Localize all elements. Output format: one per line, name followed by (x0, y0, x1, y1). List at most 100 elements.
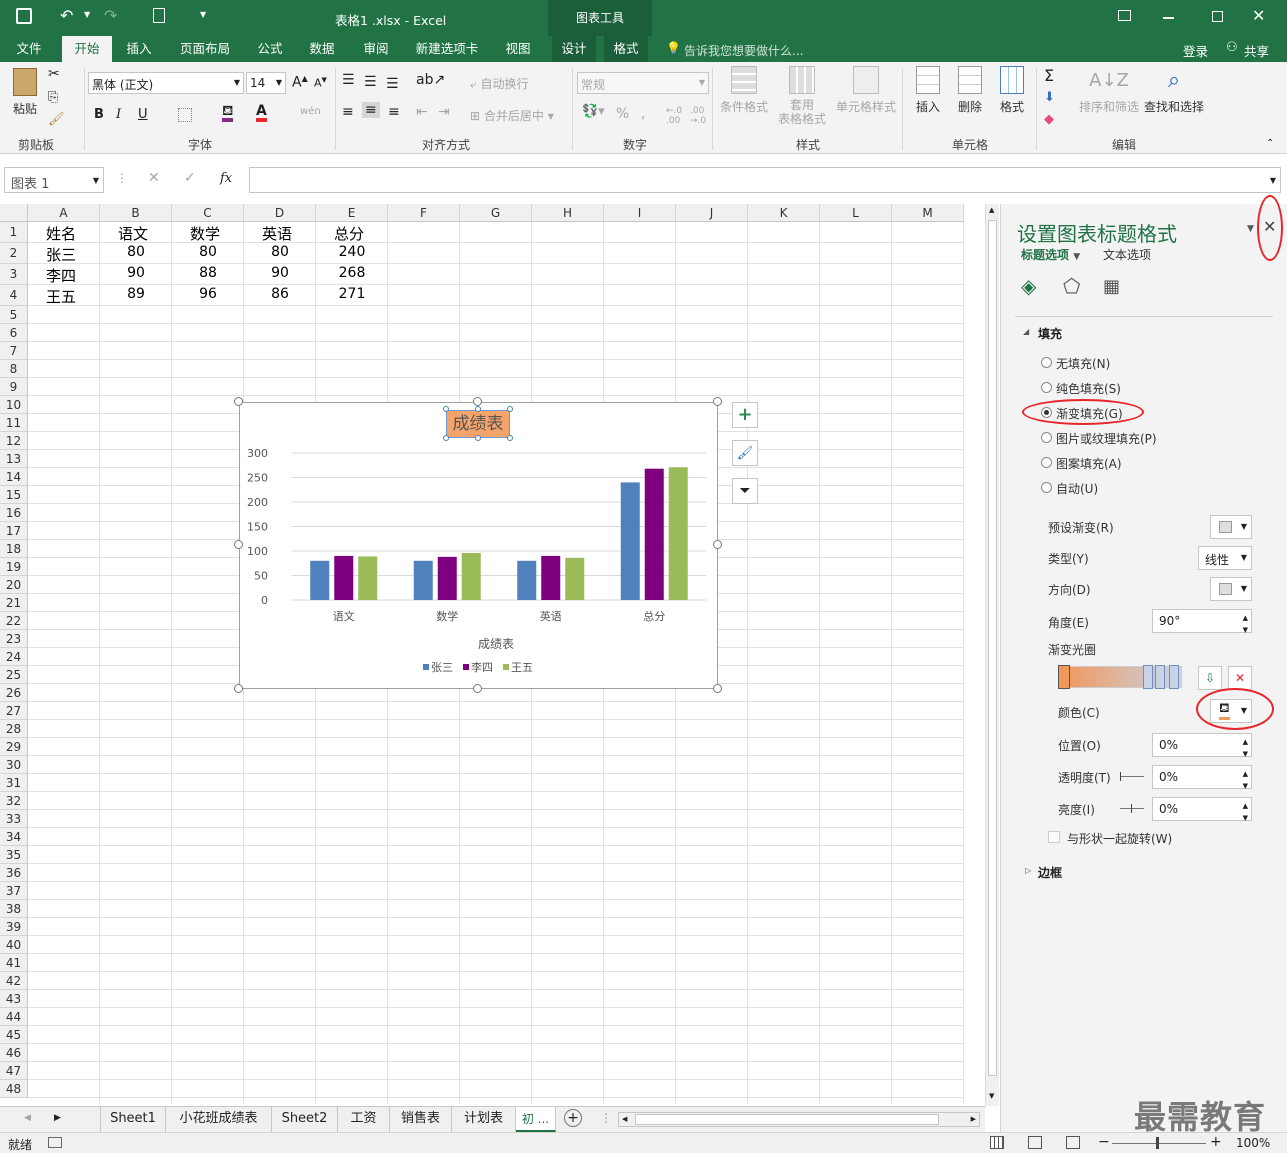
new-file-icon[interactable] (153, 8, 165, 23)
tab-design[interactable]: 设计 (552, 36, 596, 62)
next-sheet-icon[interactable]: ▶ (54, 1113, 61, 1123)
brightness-slider[interactable] (1120, 804, 1144, 813)
cancel-icon[interactable]: ✕ (148, 170, 160, 186)
zoom-level[interactable]: 100% (1236, 1136, 1270, 1150)
column-header-A[interactable]: A (28, 204, 100, 222)
tab-insert[interactable]: 插入 (116, 36, 162, 62)
tab-data[interactable]: 数据 (300, 36, 344, 62)
row-header-28[interactable]: 28 (0, 720, 28, 738)
fill-radio-0[interactable] (1041, 357, 1052, 368)
zoom-slider-thumb[interactable] (1156, 1137, 1159, 1149)
sheet-tab-plan[interactable]: 计划表 (452, 1107, 516, 1132)
login-link[interactable]: 登录 (1183, 41, 1208, 60)
add-sheet-icon[interactable]: + (564, 1109, 582, 1127)
chart-axis-title-x[interactable]: 成绩表 (478, 635, 514, 652)
paste-button[interactable]: 粘贴 (8, 66, 42, 128)
gradient-stops-bar[interactable] (1058, 665, 1182, 689)
sheet-tab-active[interactable]: 初 ... (516, 1107, 556, 1132)
gradient-stop-1[interactable] (1058, 665, 1070, 689)
clear-icon[interactable]: ◆ (1044, 112, 1054, 127)
row-header-6[interactable]: 6 (0, 324, 28, 342)
sheet-tab-sheet1[interactable]: Sheet1 (100, 1107, 166, 1132)
increase-font-icon[interactable]: A▲ (292, 74, 308, 91)
row-header-47[interactable]: 47 (0, 1062, 28, 1080)
sheet-tab-salary[interactable]: 工资 (338, 1107, 390, 1132)
chart-resize-handle[interactable] (473, 684, 482, 693)
size-properties-icon[interactable]: ▦ (1103, 276, 1120, 297)
title-resize-handle[interactable] (507, 406, 513, 412)
row-header-14[interactable]: 14 (0, 468, 28, 486)
chart-styles-button[interactable]: 🖌 (732, 440, 758, 466)
row-header-1[interactable]: 1 (0, 222, 28, 243)
column-header-G[interactable]: G (460, 204, 532, 222)
tab-title-options[interactable]: 标题选项 ▼ (1021, 246, 1080, 263)
cell-C1[interactable]: 数学 (190, 223, 220, 244)
row-header-31[interactable]: 31 (0, 774, 28, 792)
chart-resize-handle[interactable] (234, 684, 243, 693)
cut-icon[interactable]: ✂ (48, 66, 60, 82)
redo-icon[interactable]: ↷ (104, 6, 117, 25)
vertical-scrollbar[interactable]: ▲ ▼ (985, 204, 999, 1106)
chart-resize-handle[interactable] (713, 540, 722, 549)
row-header-34[interactable]: 34 (0, 828, 28, 846)
spin-down-icon[interactable]: ▼ (1243, 807, 1248, 829)
row-header-7[interactable]: 7 (0, 342, 28, 360)
title-resize-handle[interactable] (443, 406, 449, 412)
cell-A2[interactable]: 张三 (46, 244, 76, 265)
row-header-35[interactable]: 35 (0, 846, 28, 864)
tell-me-search[interactable]: 告诉我您想要做什么... (684, 42, 803, 59)
chart-resize-handle[interactable] (713, 684, 722, 693)
orientation-icon[interactable]: ab↗ (416, 72, 445, 88)
save-icon[interactable] (16, 8, 32, 24)
comma-icon[interactable]: , (641, 106, 645, 122)
fill-color-icon[interactable]: ⛾ (222, 104, 234, 122)
page-break-view-icon[interactable] (1066, 1136, 1080, 1149)
format-as-table-button[interactable]: 套用 表格格式 (770, 66, 834, 126)
underline-icon[interactable]: U (138, 107, 148, 122)
align-left-icon[interactable]: ≡ (342, 104, 354, 120)
scroll-thumb[interactable] (988, 220, 997, 1076)
row-header-29[interactable]: 29 (0, 738, 28, 756)
fill-radio-4[interactable] (1041, 457, 1052, 468)
cell-C3[interactable]: 88 (172, 265, 244, 281)
wrap-text-button[interactable]: ⤶ 自动换行 (470, 75, 529, 92)
fill-icon[interactable]: ⬇ (1044, 90, 1055, 105)
rotate-with-shape-checkbox[interactable] (1048, 831, 1060, 843)
row-header-24[interactable]: 24 (0, 648, 28, 666)
row-header-40[interactable]: 40 (0, 936, 28, 954)
spin-down-icon[interactable]: ▼ (1243, 619, 1248, 641)
collapse-ribbon-icon[interactable]: ⌃ (1266, 138, 1274, 149)
undo-dropdown-icon[interactable]: ▼ (84, 10, 90, 19)
row-header-5[interactable]: 5 (0, 306, 28, 324)
column-header-D[interactable]: D (244, 204, 316, 222)
row-header-25[interactable]: 25 (0, 666, 28, 684)
scroll-up-icon[interactable]: ▲ (989, 206, 994, 214)
row-header-11[interactable]: 11 (0, 414, 28, 432)
title-resize-handle[interactable] (507, 435, 513, 441)
currency-icon[interactable]: 💱▾ (582, 104, 605, 119)
fill-option-label-1[interactable]: 纯色填充(S) (1056, 380, 1121, 397)
column-header-F[interactable]: F (388, 204, 460, 222)
title-resize-handle[interactable] (443, 435, 449, 441)
chart-resize-handle[interactable] (473, 397, 482, 406)
row-header-15[interactable]: 15 (0, 486, 28, 504)
page-layout-view-icon[interactable] (1028, 1136, 1042, 1149)
insert-cells-button[interactable]: 插入 (908, 66, 948, 115)
percent-icon[interactable]: % (616, 106, 629, 122)
cell-C2[interactable]: 80 (172, 244, 244, 260)
fill-option-label-0[interactable]: 无填充(N) (1056, 355, 1110, 372)
cell-E1[interactable]: 总分 (334, 223, 364, 244)
borders-icon[interactable] (178, 108, 192, 122)
sheet-tab-class-scores[interactable]: 小花班成绩表 (166, 1107, 272, 1132)
row-header-45[interactable]: 45 (0, 1026, 28, 1044)
row-header-19[interactable]: 19 (0, 558, 28, 576)
gradient-stop-3[interactable] (1155, 665, 1165, 689)
cell-B3[interactable]: 90 (100, 265, 172, 281)
chart-resize-handle[interactable] (234, 397, 243, 406)
delete-cells-button[interactable]: 删除 (950, 66, 990, 115)
tab-page-layout[interactable]: 页面布局 (172, 36, 238, 62)
row-header-3[interactable]: 3 (0, 264, 28, 285)
expand-border-icon[interactable]: ▷ (1025, 866, 1031, 875)
row-header-21[interactable]: 21 (0, 594, 28, 612)
font-size-select[interactable]: 14 ▼ (246, 72, 286, 94)
